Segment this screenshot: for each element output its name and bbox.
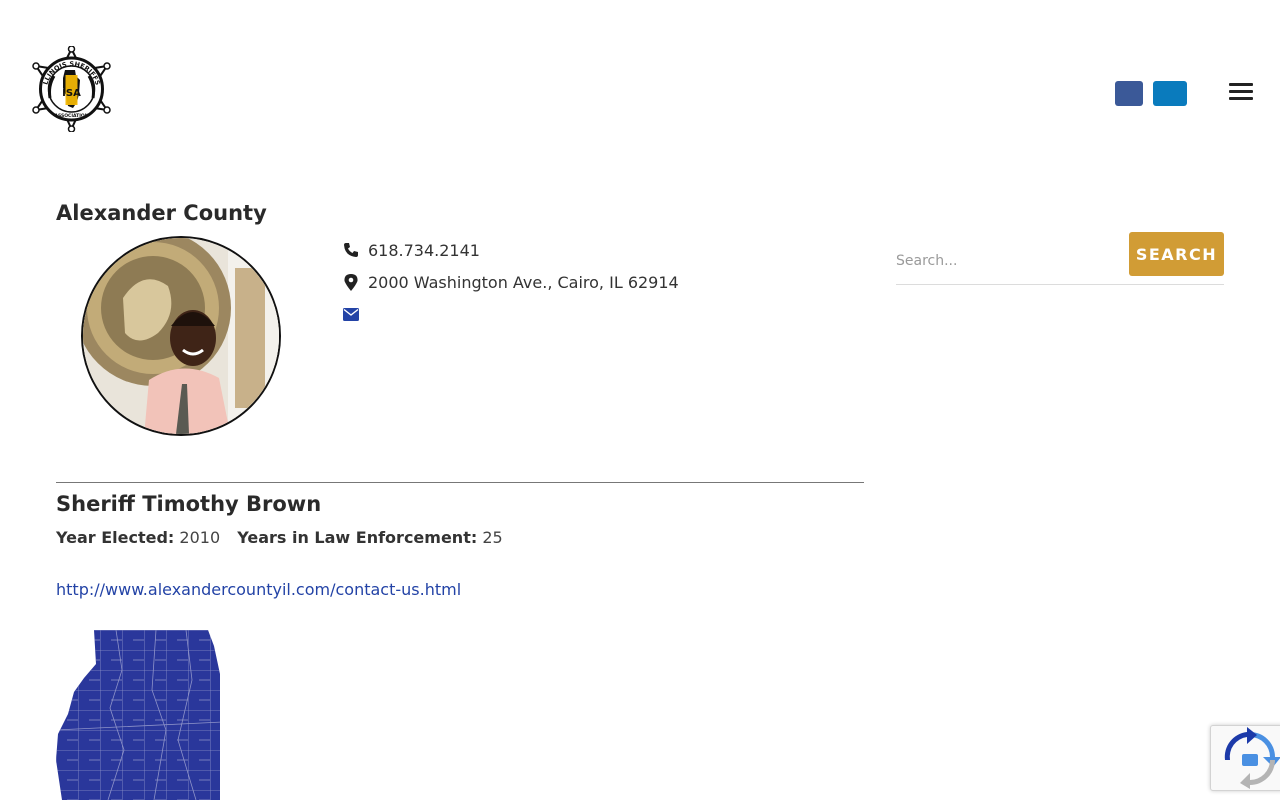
recaptcha-badge[interactable] [1210, 725, 1280, 791]
county-website-link[interactable]: http://www.alexandercountyil.com/contact… [56, 580, 461, 599]
recaptcha-icon [1224, 727, 1280, 789]
county-title: Alexander County [56, 201, 267, 225]
years-law-enforcement-value: 25 [482, 528, 503, 547]
linkedin-icon[interactable] [1153, 81, 1187, 106]
section-divider [56, 482, 864, 483]
facebook-icon[interactable] [1115, 81, 1143, 106]
search-input[interactable] [896, 248, 1122, 274]
sheriff-name: Sheriff Timothy Brown [56, 492, 322, 516]
years-law-enforcement-label: Years in Law Enforcement: [237, 528, 478, 547]
search-button[interactable]: SEARCH [1129, 232, 1224, 276]
phone-row: 618.734.2141 [343, 239, 480, 261]
year-elected-value: 2010 [179, 528, 221, 547]
phone-icon [343, 242, 359, 258]
county-address: 2000 Washington Ave., Cairo, IL 62914 [368, 272, 679, 292]
illinois-county-map[interactable] [56, 630, 222, 800]
hamburger-menu-icon[interactable] [1229, 83, 1253, 101]
county-phone[interactable]: 618.734.2141 [368, 241, 480, 260]
logo-monogram: ISA [62, 88, 81, 99]
envelope-icon[interactable] [343, 306, 359, 322]
sheriff-star-logo-icon: ISA ILLINOIS SHERIFFS' ASSOCIATION [27, 40, 111, 133]
map-marker-icon [343, 273, 359, 291]
site-logo[interactable]: ISA ILLINOIS SHERIFFS' ASSOCIATION [27, 40, 115, 133]
logo-text-bottom: ASSOCIATION [54, 113, 88, 119]
email-row [343, 303, 368, 325]
sheriff-facts: Year Elected: 2010 Years in Law Enforcem… [56, 528, 503, 547]
year-elected-label: Year Elected: [56, 528, 175, 547]
search-underline [896, 284, 1224, 285]
sheriff-portrait [81, 236, 281, 436]
address-row: 2000 Washington Ave., Cairo, IL 62914 [343, 271, 679, 293]
